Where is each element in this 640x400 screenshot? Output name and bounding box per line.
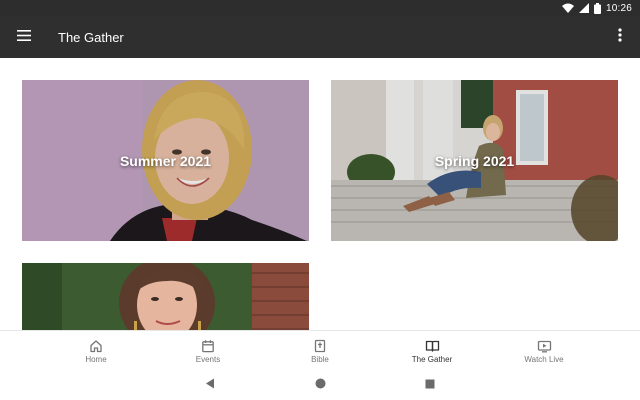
recents-icon <box>425 376 435 394</box>
wifi-icon <box>561 3 574 13</box>
nav-item-events[interactable]: Events <box>152 331 264 371</box>
back-icon <box>205 376 215 394</box>
nav-label-the-gather: The Gather <box>411 354 453 364</box>
bottom-nav: Home Events Bible The Gather Watch Live <box>0 330 640 370</box>
card-third[interactable] <box>22 263 309 330</box>
system-home-button[interactable] <box>310 375 330 395</box>
nav-label-home: Home <box>85 354 107 364</box>
book-open-icon <box>425 339 440 353</box>
nav-item-watch-live[interactable]: Watch Live <box>488 331 600 371</box>
content-area: Summer 2021 Spring 2021 <box>0 58 640 330</box>
app-bar: The Gather <box>0 16 640 58</box>
nav-item-bible[interactable]: Bible <box>264 331 376 371</box>
page-title: The Gather <box>58 29 124 45</box>
card-third-image <box>22 263 309 330</box>
home-circle-icon <box>315 376 326 394</box>
menu-icon <box>17 28 31 46</box>
calendar-icon <box>201 339 215 353</box>
status-time: 10:26 <box>605 2 632 14</box>
home-icon <box>89 339 103 353</box>
signal-icon <box>578 3 589 13</box>
overflow-menu-button[interactable] <box>600 16 640 58</box>
card-summer-2021[interactable]: Summer 2021 <box>22 80 309 241</box>
nav-item-the-gather[interactable]: The Gather <box>376 331 488 371</box>
screen: 10:26 The Gather Summer 2021 Spring 2021… <box>0 0 640 400</box>
system-nav-bar <box>0 370 640 400</box>
nav-label-events: Events <box>195 354 221 364</box>
bible-icon <box>313 339 327 353</box>
card-title: Summer 2021 <box>119 152 212 169</box>
live-tv-icon <box>537 339 552 353</box>
card-title: Spring 2021 <box>434 152 515 169</box>
battery-icon <box>593 2 601 14</box>
system-back-button[interactable] <box>200 375 220 395</box>
more-vert-icon <box>618 27 622 47</box>
card-spring-2021[interactable]: Spring 2021 <box>331 80 618 241</box>
nav-label-bible: Bible <box>311 354 329 364</box>
nav-label-watch-live: Watch Live <box>524 354 564 364</box>
status-bar: 10:26 <box>0 0 640 16</box>
system-recents-button[interactable] <box>420 375 440 395</box>
menu-button[interactable] <box>0 16 48 58</box>
nav-item-home[interactable]: Home <box>40 331 152 371</box>
